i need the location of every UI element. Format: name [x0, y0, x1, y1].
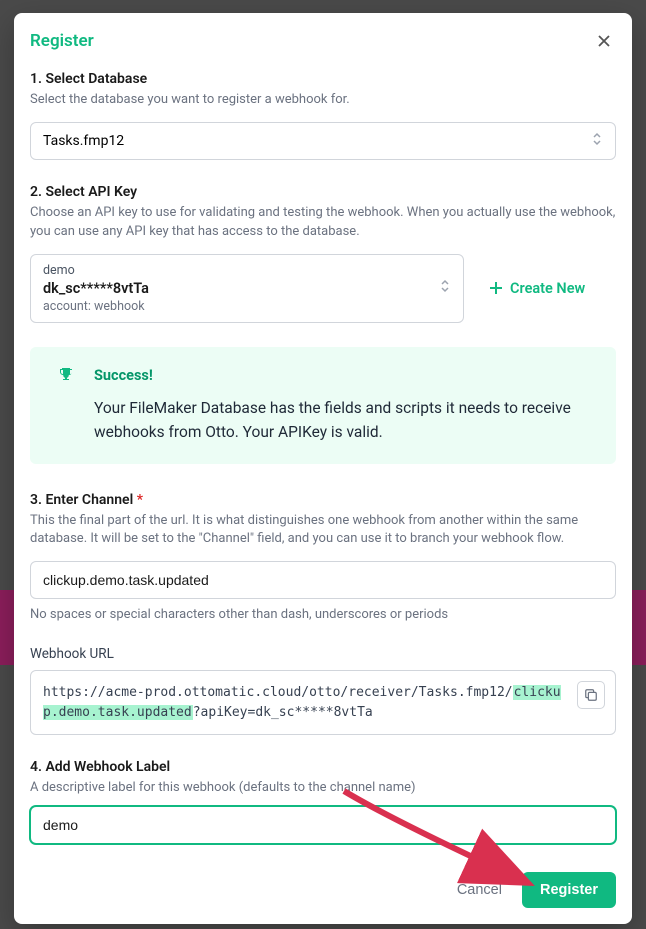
section-desc: A descriptive label for this webhook (de…	[30, 779, 616, 798]
plus-icon	[488, 280, 504, 296]
copy-button[interactable]	[577, 681, 605, 709]
close-icon	[596, 33, 612, 49]
alert-body: Your FileMaker Database has the fields a…	[94, 396, 596, 444]
required-mark: *	[137, 492, 143, 508]
channel-input[interactable]	[30, 561, 616, 599]
section-webhook-url: Webhook URL https://acme-prod.ottomatic.…	[30, 646, 616, 735]
label-input[interactable]	[30, 806, 616, 844]
alert-title: Success!	[94, 367, 596, 384]
api-key-select[interactable]: demo dk_sc*****8vtTa account: webhook	[30, 254, 464, 323]
chevron-up-down-icon	[591, 131, 603, 151]
api-key-value: dk_sc*****8vtTa	[43, 280, 427, 297]
register-button[interactable]: Register	[522, 872, 616, 908]
section-title: 3. Enter Channel *	[30, 492, 616, 508]
copy-icon	[584, 688, 598, 702]
section-title: 1. Select Database	[30, 71, 616, 87]
section-title: 2. Select API Key	[30, 184, 616, 200]
modal-footer: Cancel Register	[30, 872, 616, 908]
section-title: 4. Add Webhook Label	[30, 759, 616, 775]
database-select[interactable]: Tasks.fmp12	[30, 122, 616, 160]
cancel-button[interactable]: Cancel	[453, 874, 506, 906]
close-button[interactable]	[592, 29, 616, 53]
section-desc: Choose an API key to use for validating …	[30, 204, 616, 242]
channel-helper: No spaces or special characters other th…	[30, 607, 616, 622]
chevron-up-down-icon	[439, 278, 451, 298]
section-webhook-label: 4. Add Webhook Label A descriptive label…	[30, 759, 616, 844]
api-key-account: account: webhook	[43, 299, 427, 314]
alert-success: Success! Your FileMaker Database has the…	[30, 347, 616, 464]
database-select-value: Tasks.fmp12	[43, 133, 124, 149]
section-title-text: 3. Enter Channel	[30, 492, 137, 508]
create-new-link[interactable]: Create New	[488, 280, 585, 297]
api-key-name: demo	[43, 263, 427, 278]
modal-header: Register	[30, 29, 616, 53]
webhook-url-suffix: ?apiKey=dk_sc*****8vtTa	[193, 705, 373, 720]
create-new-label: Create New	[510, 280, 585, 297]
section-enter-channel: 3. Enter Channel * This the final part o…	[30, 492, 616, 623]
section-desc: Select the database you want to register…	[30, 91, 616, 110]
section-select-api-key: 2. Select API Key Choose an API key to u…	[30, 184, 616, 323]
webhook-url-label: Webhook URL	[30, 646, 616, 662]
modal-title: Register	[30, 31, 94, 51]
api-key-row: demo dk_sc*****8vtTa account: webhook Cr…	[30, 254, 616, 323]
register-modal: Register 1. Select Database Select the d…	[14, 13, 632, 924]
section-desc: This the final part of the url. It is wh…	[30, 512, 616, 550]
webhook-url-box: https://acme-prod.ottomatic.cloud/otto/r…	[30, 670, 616, 735]
webhook-url-prefix: https://acme-prod.ottomatic.cloud/otto/r…	[43, 685, 513, 700]
trophy-icon	[58, 367, 74, 387]
section-select-database: 1. Select Database Select the database y…	[30, 71, 616, 160]
